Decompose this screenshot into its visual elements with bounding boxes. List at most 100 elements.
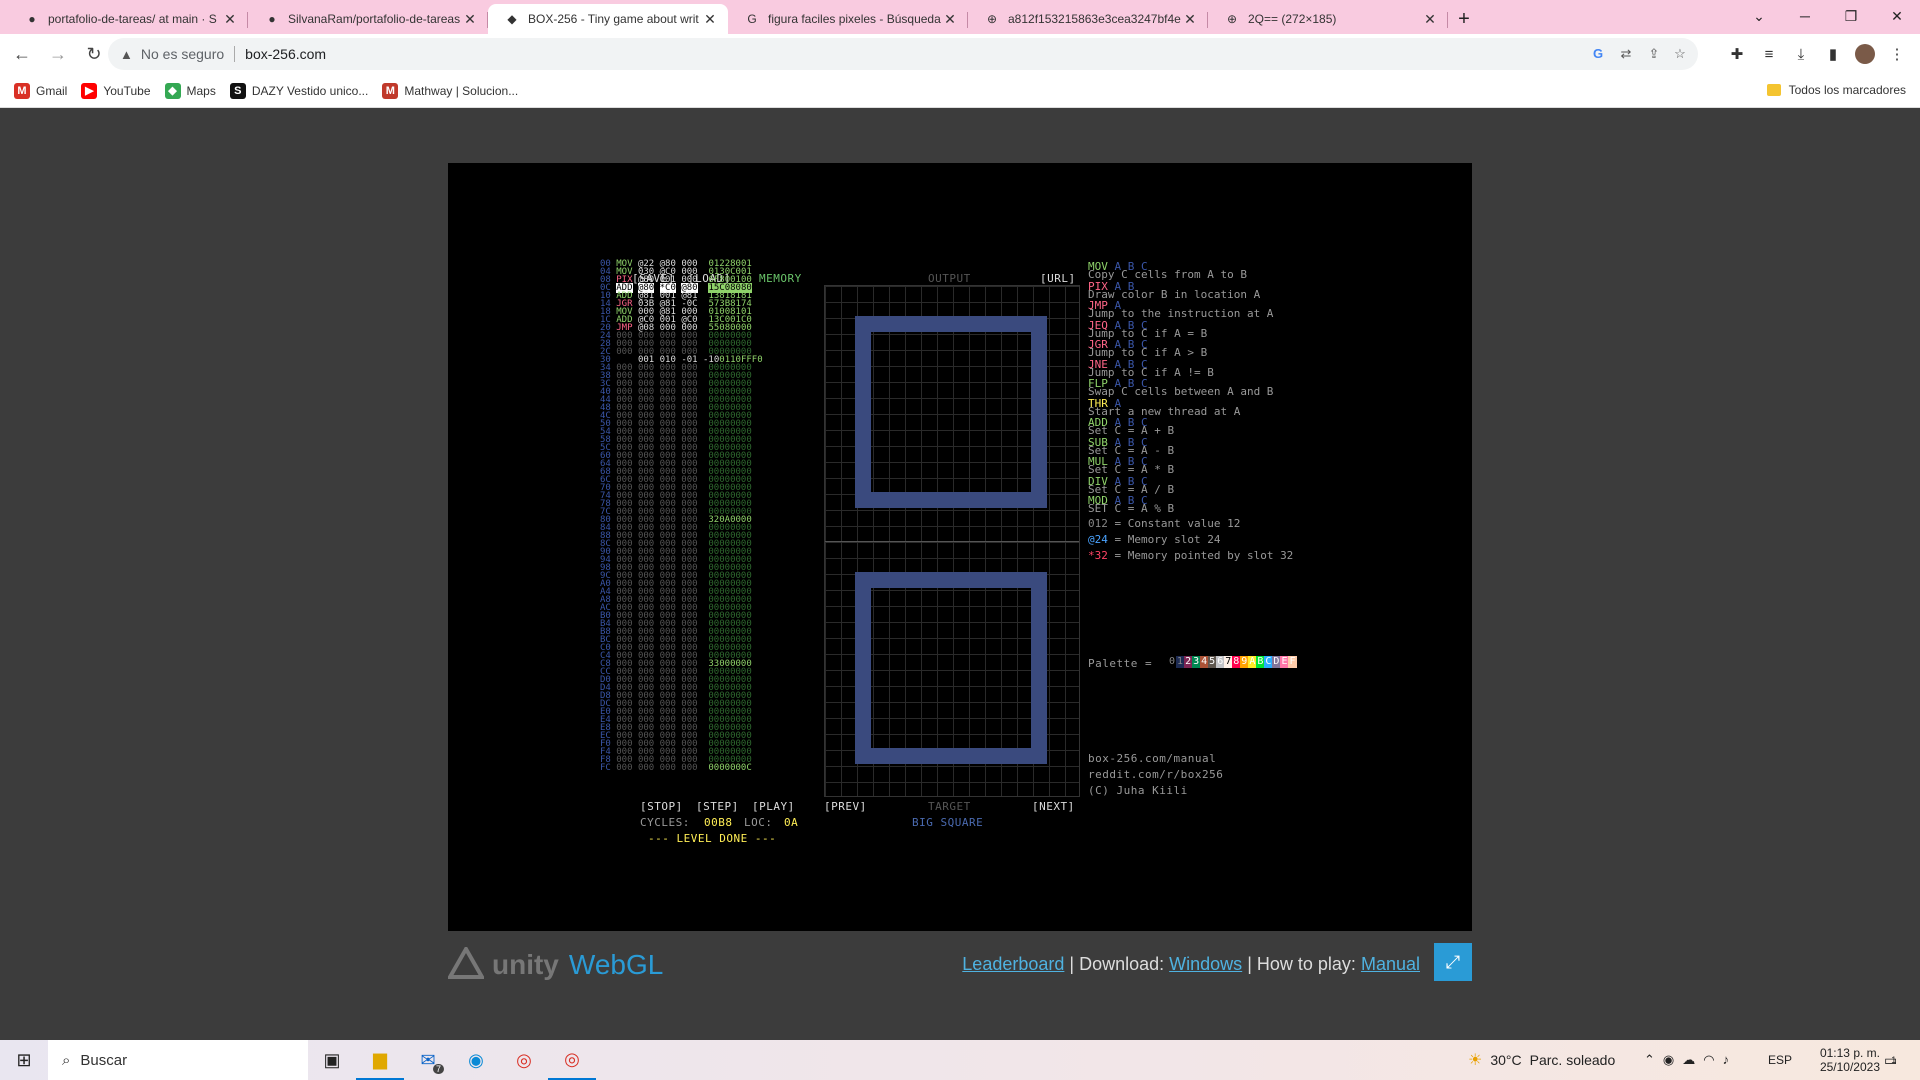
bookmark-label: Mathway | Solucion...	[404, 83, 519, 98]
prev-level-button[interactable]: [PREV]	[824, 801, 867, 812]
bookmarks-bar: M Gmail ▶ YouTube ◆ Maps S DAZY Vestido unico..…	[0, 74, 1920, 108]
task-view-icon[interactable]: ▣	[308, 1040, 356, 1080]
unity-word: unity	[492, 949, 559, 980]
clock[interactable]: 01:13 p. m. 25/10/2023	[1810, 1040, 1880, 1080]
footer-links: Leaderboard | Download: Windows | How to…	[962, 954, 1420, 975]
file-explorer-icon[interactable]: ▆	[356, 1040, 404, 1080]
instruction-desc: Swap C cells between A and B	[1088, 385, 1274, 398]
tab-title: a812f153215863e3cea3247bf4e	[1008, 12, 1181, 26]
tab-separator	[1447, 12, 1448, 28]
tab-search-icon[interactable]: ⌄	[1736, 0, 1782, 32]
close-tab-icon[interactable]: ✕	[462, 11, 478, 28]
windows-download-link[interactable]: Windows	[1169, 954, 1242, 974]
palette-swatch: C	[1264, 656, 1273, 668]
browser-tab[interactable]: ◆ BOX-256 - Tiny game about writ ✕	[488, 4, 728, 34]
address-bar[interactable]: ▲ No es seguro box-256.com G ⇄ ⇪ ☆	[108, 38, 1698, 70]
download-icon[interactable]: ⤓	[1786, 34, 1816, 74]
tab-title: BOX-256 - Tiny game about writ	[528, 12, 699, 26]
reload-icon[interactable]: ↻	[76, 38, 112, 70]
security-label: No es seguro	[140, 46, 225, 62]
next-level-button[interactable]: [NEXT]	[1032, 801, 1075, 812]
bookmark-item[interactable]: S DAZY Vestido unico...	[229, 82, 368, 99]
taskbar-search[interactable]: ⌕ Buscar	[48, 1040, 308, 1080]
palette-swatch: A	[1248, 656, 1257, 668]
browser-tab[interactable]: Gfigura faciles pixeles - Búsqueda ✕	[728, 4, 968, 34]
bookmark-star-icon[interactable]: ☆	[1672, 46, 1688, 62]
share-icon[interactable]: ⇪	[1646, 46, 1662, 62]
google-lens-icon[interactable]: G	[1590, 46, 1606, 62]
browser-tab[interactable]: ⊕ 2Q== (272×185) ✕	[1208, 4, 1448, 34]
chrome-icon[interactable]: ◎	[500, 1040, 548, 1080]
browser-tab[interactable]: ⊕ a812f153215863e3cea3247bf4e ✕	[968, 4, 1208, 34]
instruction-desc: Copy C cells from A to B	[1088, 268, 1247, 281]
instruction-desc: Jump to C if A = B	[1088, 326, 1208, 340]
tab-title: SilvanaRam/portafolio-de-tareas	[288, 12, 461, 26]
close-tab-icon[interactable]: ✕	[702, 11, 718, 28]
edge-icon[interactable]: ◉	[452, 1040, 500, 1080]
memory-row[interactable]: FC 000 000 000 000 0000000C	[600, 764, 752, 773]
bookmark-item[interactable]: ▶ YouTube	[81, 82, 151, 99]
browser-tab[interactable]: ● SilvanaRam/portafolio-de-tareas ✕	[248, 4, 488, 34]
mail-icon[interactable]: ✉ 7	[404, 1040, 452, 1080]
palette-swatch: E	[1280, 656, 1289, 668]
palette-swatch: 8	[1232, 656, 1241, 668]
close-tab-icon[interactable]: ✕	[1422, 11, 1438, 28]
system-tray-icons[interactable]: ⌃◉☁◠♪	[1644, 1040, 1737, 1080]
bookmark-item[interactable]: M Gmail	[14, 82, 67, 99]
globe-icon: ⊕	[986, 12, 998, 26]
search-placeholder: Buscar	[80, 1051, 128, 1069]
play-button[interactable]: [PLAY]	[752, 801, 795, 812]
step-button[interactable]: [STEP]	[696, 801, 739, 812]
weather-widget[interactable]: ☀ 30°C Parc. soleado	[1468, 1040, 1615, 1080]
legend-symbol: @24	[1088, 533, 1108, 546]
notification-icon[interactable]: ▭ 1	[1884, 1040, 1897, 1080]
back-icon[interactable]: ←	[4, 38, 40, 70]
leaderboard-link[interactable]: Leaderboard	[962, 954, 1064, 974]
bookmark-item[interactable]: ◆ Maps	[164, 82, 216, 99]
profile-avatar[interactable]	[1850, 34, 1880, 74]
language-indicator[interactable]: ESP	[1768, 1040, 1792, 1080]
bookmark-item[interactable]: M Mathway | Solucion...	[382, 82, 519, 99]
instruction-desc: Jump to C if A != B	[1088, 365, 1214, 379]
date-text: 25/10/2023	[1819, 1060, 1880, 1074]
how-to-play-label: | How to play:	[1247, 954, 1356, 974]
github-icon: ●	[28, 12, 36, 26]
reading-list-icon[interactable]: ≡	[1754, 34, 1784, 74]
legend-desc: = Constant value 12	[1114, 517, 1241, 530]
youtube-icon: ▶	[81, 82, 98, 99]
minimize-button[interactable]: ─	[1782, 0, 1828, 32]
url-button[interactable]: [URL]	[1040, 273, 1076, 284]
download-label: | Download:	[1069, 954, 1165, 974]
extensions-icon[interactable]: ✚	[1722, 34, 1752, 74]
stop-button[interactable]: [STOP]	[640, 801, 683, 812]
new-tab-button[interactable]: +	[1448, 4, 1480, 34]
translate-icon[interactable]: ⇄	[1618, 46, 1634, 62]
reddit-link[interactable]: reddit.com/r/box256	[1088, 769, 1223, 780]
dazy-icon: S	[229, 82, 246, 99]
game-canvas[interactable]: [SAVE] [LOAD] MEMORY OUTPUT [URL] 00 MOV…	[448, 163, 1472, 931]
close-window-button[interactable]: ✕	[1874, 0, 1920, 32]
menu-kebab-icon[interactable]: ⋮	[1882, 34, 1912, 74]
side-panel-icon[interactable]: ▮	[1818, 34, 1848, 74]
close-tab-icon[interactable]: ✕	[942, 11, 958, 28]
legend-row: @24 = Memory slot 24	[1088, 534, 1220, 545]
palette-swatch: 0	[1168, 656, 1177, 668]
chrome-profile-icon[interactable]: ◎	[548, 1040, 596, 1080]
url-text[interactable]: box-256.com	[245, 46, 326, 62]
start-icon[interactable]: ⊞	[0, 1040, 48, 1080]
level-done-text: --- LEVEL DONE ---	[648, 832, 777, 845]
palette-swatch: F	[1288, 656, 1297, 668]
maximize-button[interactable]: ❐	[1828, 0, 1874, 32]
instruction-desc: Set C = A + B	[1088, 424, 1175, 437]
manual-link[interactable]: box-256.com/manual	[1088, 753, 1216, 764]
page-footer: unity WebGL Leaderboard | Download: Wind…	[448, 943, 1472, 983]
fullscreen-icon[interactable]: ⤢	[1434, 943, 1472, 981]
forward-icon[interactable]: →	[40, 38, 76, 70]
browser-tab[interactable]: ● portafolio-de-tareas/ at main · S ✕	[8, 4, 248, 34]
close-tab-icon[interactable]: ✕	[222, 11, 238, 28]
webgl-word: WebGL	[568, 949, 664, 980]
palette-label: Palette =	[1088, 657, 1153, 670]
all-bookmarks[interactable]: Todos los marcadores	[1766, 83, 1906, 97]
manual-link-footer[interactable]: Manual	[1361, 954, 1420, 974]
close-tab-icon[interactable]: ✕	[1182, 11, 1198, 28]
